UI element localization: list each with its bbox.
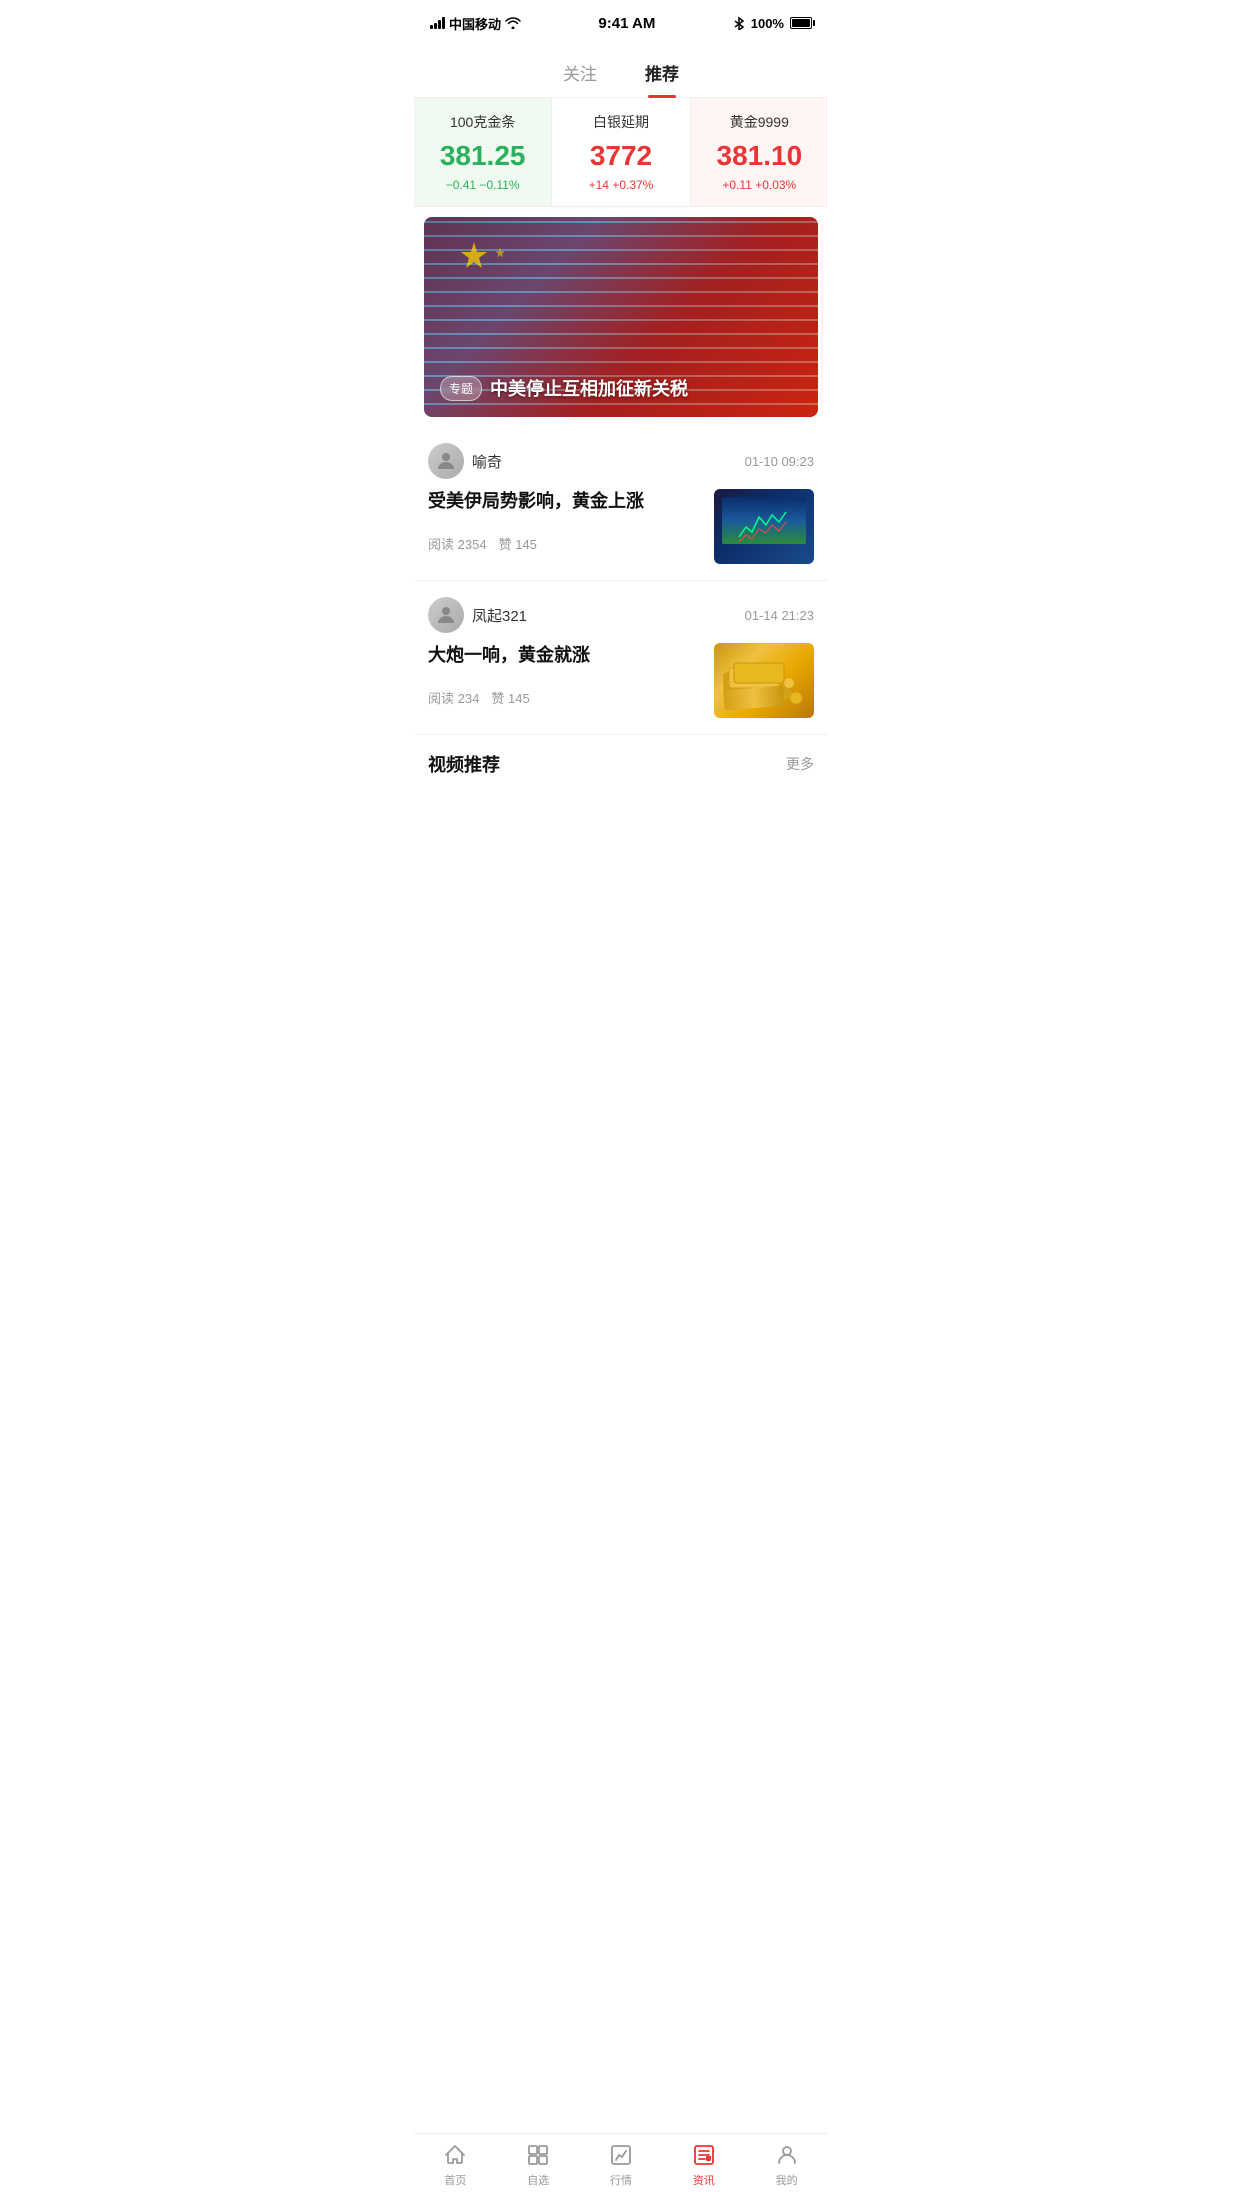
article-time: 01-14 21:23 <box>745 608 814 623</box>
price-card-name: 黄金9999 <box>703 112 816 132</box>
top-tab-bar: 关注 推荐 <box>414 44 828 98</box>
price-value: 381.10 <box>703 140 816 172</box>
bottom-tab-profile[interactable]: 我的 <box>745 2142 828 2188</box>
watchlist-tab-label: 自选 <box>527 2172 549 2188</box>
home-icon <box>442 2142 468 2168</box>
price-card-row: 100克金条 381.25 −0.41 −0.11% 白银延期 3772 +14… <box>414 98 828 207</box>
price-value: 381.25 <box>426 140 539 172</box>
battery-icon <box>790 17 812 29</box>
banner[interactable]: 专题 中美停止互相加征新关税 <box>424 217 818 417</box>
wifi-icon <box>505 17 521 29</box>
likes-label: 赞 145 <box>499 534 537 553</box>
reads-label: 阅读 234 <box>428 688 479 707</box>
bluetooth-icon <box>733 16 745 30</box>
news-tab-label: 资讯 <box>693 2172 715 2188</box>
likes-label: 赞 145 <box>491 688 529 707</box>
tab-recommend[interactable]: 推荐 <box>641 52 683 97</box>
status-right: 100% <box>733 16 812 31</box>
price-change: −0.41 −0.11% <box>426 178 539 192</box>
article-title: 受美伊局势影响，黄金上涨 <box>428 489 702 514</box>
reads-label: 阅读 2354 <box>428 534 487 553</box>
bottom-tab-news[interactable]: 资讯 <box>662 2142 745 2188</box>
price-card-name: 白银延期 <box>564 112 677 132</box>
battery-percentage: 100% <box>751 16 784 31</box>
article-item[interactable]: 凤起321 01-14 21:23 大炮一响，黄金就涨 阅读 234 赞 145 <box>414 581 828 735</box>
article-author: 凤起321 <box>428 597 527 633</box>
article-stats: 阅读 234 赞 145 <box>428 688 702 707</box>
carrier-label: 中国移动 <box>449 14 501 33</box>
price-change: +14 +0.37% <box>564 178 677 192</box>
video-section-title: 视频推荐 <box>428 751 500 777</box>
bottom-tab-bar: 首页 自选 行情 <box>414 2133 828 2208</box>
video-section-header: 视频推荐 更多 <box>414 735 828 785</box>
banner-title: 中美停止互相加征新关税 <box>490 375 688 401</box>
status-time: 9:41 AM <box>598 15 655 32</box>
article-author: 喻奇 <box>428 443 502 479</box>
article-thumbnail <box>714 489 814 564</box>
price-card-name: 100克金条 <box>426 112 539 132</box>
author-name: 喻奇 <box>472 451 502 472</box>
bottom-tab-home[interactable]: 首页 <box>414 2142 497 2188</box>
price-card-gold9999[interactable]: 黄金9999 381.10 +0.11 +0.03% <box>691 98 828 206</box>
price-change: +0.11 +0.03% <box>703 178 816 192</box>
author-avatar <box>428 443 464 479</box>
flag-decoration <box>454 237 534 287</box>
article-item[interactable]: 喻奇 01-10 09:23 受美伊局势影响，黄金上涨 阅读 2354 赞 14… <box>414 427 828 581</box>
video-section-more[interactable]: 更多 <box>786 754 814 774</box>
tab-follow[interactable]: 关注 <box>559 52 601 97</box>
tab-underline <box>648 95 676 98</box>
author-name: 凤起321 <box>472 605 527 626</box>
status-bar: 中国移动 9:41 AM 100% <box>414 0 828 44</box>
author-avatar <box>428 597 464 633</box>
monitor-chart-icon <box>734 507 794 547</box>
grid-icon <box>525 2142 551 2168</box>
article-body: 受美伊局势影响，黄金上涨 阅读 2354 赞 145 <box>428 489 814 564</box>
home-tab-label: 首页 <box>444 2172 466 2188</box>
article-title: 大炮一响，黄金就涨 <box>428 643 702 668</box>
price-card-gold-bar[interactable]: 100克金条 381.25 −0.41 −0.11% <box>414 98 552 206</box>
signal-icon <box>430 17 445 29</box>
person-icon <box>774 2142 800 2168</box>
status-left: 中国移动 <box>430 14 521 33</box>
avatar-icon <box>434 603 458 627</box>
banner-tag: 专题 <box>440 376 482 401</box>
profile-tab-label: 我的 <box>776 2172 798 2188</box>
article-stats: 阅读 2354 赞 145 <box>428 534 702 553</box>
gold-image <box>714 643 814 718</box>
avatar-icon <box>434 449 458 473</box>
chart-icon <box>608 2142 634 2168</box>
news-icon <box>691 2142 717 2168</box>
article-time: 01-10 09:23 <box>745 454 814 469</box>
bottom-tab-watchlist[interactable]: 自选 <box>497 2142 580 2188</box>
article-thumbnail <box>714 643 814 718</box>
price-card-silver[interactable]: 白银延期 3772 +14 +0.37% <box>552 98 690 206</box>
article-body: 大炮一响，黄金就涨 阅读 234 赞 145 <box>428 643 814 718</box>
market-tab-label: 行情 <box>610 2172 632 2188</box>
bottom-tab-market[interactable]: 行情 <box>580 2142 663 2188</box>
price-value: 3772 <box>564 140 677 172</box>
